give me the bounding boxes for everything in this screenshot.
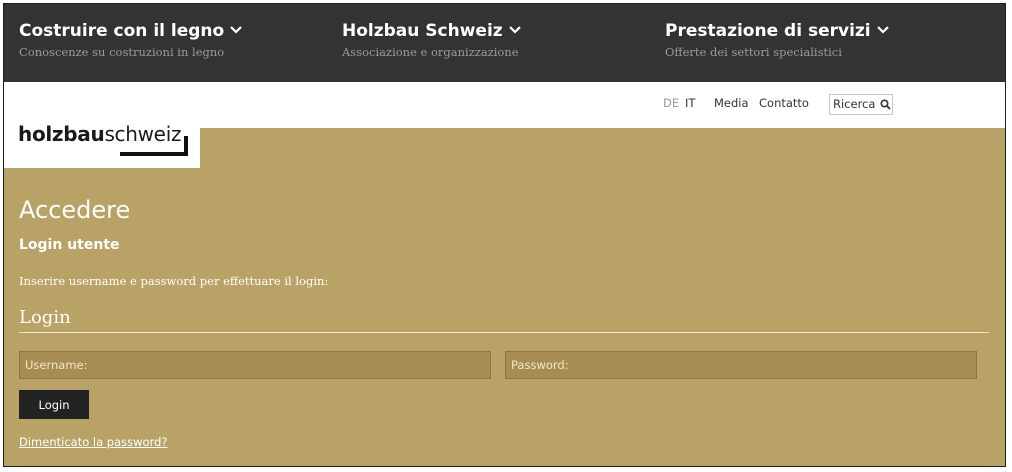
nav-item-title: Holzbau Schweiz (342, 21, 521, 41)
search-input[interactable] (833, 97, 877, 111)
logo-bracket-vertical (184, 136, 188, 156)
login-subheading: Login utente (19, 237, 120, 253)
nav-item-title: Prestazione di servizi (665, 21, 889, 41)
username-field[interactable] (20, 352, 490, 378)
nav-item-subtitle: Associazione e organizzazione (342, 45, 519, 59)
forgot-password-link[interactable]: Dimenticato la password? (19, 435, 168, 449)
password-field[interactable] (506, 352, 976, 378)
top-navigation: Costruire con il legno Conoscenze su cos… (4, 4, 1005, 82)
language-it-link[interactable]: IT (685, 96, 695, 110)
contact-link[interactable]: Contatto (759, 96, 809, 110)
chevron-down-icon (508, 25, 521, 34)
nav-item-subtitle: Offerte dei settori specialistici (665, 45, 842, 59)
chevron-down-icon (876, 25, 889, 34)
login-instructions: Inserire username e password per effettu… (19, 274, 329, 288)
username-field-wrapper (19, 351, 491, 379)
nav-item-prestazione[interactable]: Prestazione di servizi Offerte dei setto… (665, 21, 889, 60)
logo-wordmark: holzbauschweiz (18, 122, 181, 146)
page-frame: Costruire con il legno Conoscenze su cos… (3, 3, 1006, 467)
logo-regular-text: schweiz (104, 122, 182, 146)
search-icon[interactable] (880, 99, 891, 110)
chevron-down-icon (230, 25, 242, 34)
nav-item-costruire[interactable]: Costruire con il legno Conoscenze su cos… (19, 21, 242, 60)
media-link[interactable]: Media (714, 96, 749, 110)
language-de-link[interactable]: DE (663, 96, 679, 110)
nav-item-subtitle: Conoscenze su costruzioni in legno (19, 45, 225, 59)
logo-bracket-horizontal (120, 152, 188, 156)
login-section-title: Login (19, 307, 71, 328)
logo[interactable]: holzbauschweiz (4, 82, 200, 168)
password-field-wrapper (505, 351, 977, 379)
logo-bold-text: holzbau (18, 122, 105, 146)
section-divider (19, 332, 989, 333)
nav-item-holzbau-schweiz[interactable]: Holzbau Schweiz Associazione e organizza… (342, 21, 521, 60)
page-title: Accedere (19, 196, 131, 224)
search-box (829, 94, 893, 115)
login-button[interactable]: Login (19, 390, 89, 419)
nav-item-title: Costruire con il legno (19, 21, 242, 41)
